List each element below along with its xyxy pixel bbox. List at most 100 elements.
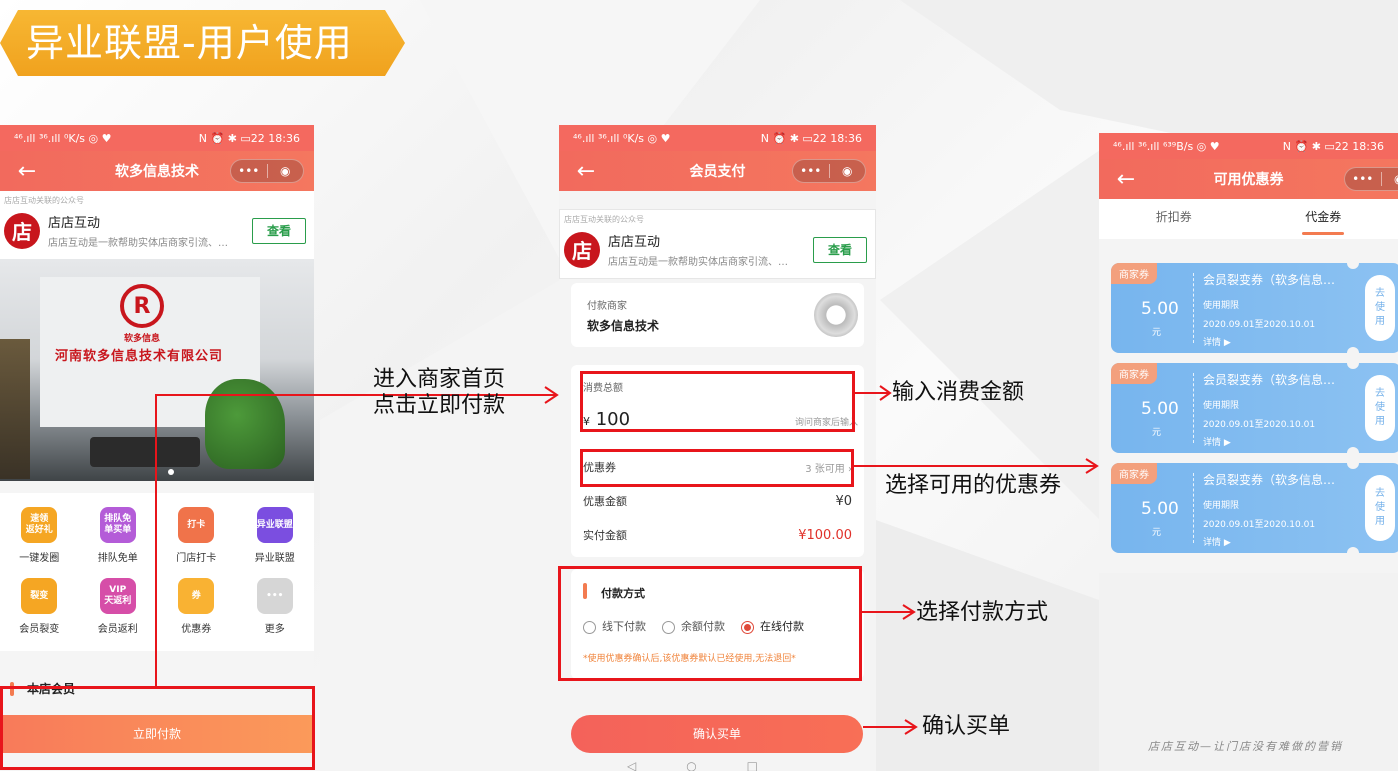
android-nav-bar: ◁○□ (626, 759, 809, 771)
use-coupon-button[interactable]: 去 使 用 (1365, 475, 1395, 541)
status-bar: ⁴⁶.ıll ³⁶.ıll ⁰K/s ◎ ♥ N ⏰ ✱ ▭22 18:36 (0, 125, 314, 151)
feature-label: 更多 (264, 624, 285, 635)
back-arrow-icon[interactable]: ← (559, 159, 613, 184)
coupon-icon: 券 (178, 578, 215, 614)
highlight-payment-method (558, 566, 862, 681)
status-right: N ⏰ ✱ ▭22 18:36 (760, 131, 862, 145)
merchant-name: 软多信息技术 (587, 319, 660, 333)
coupon-period-label: 使用期限 (1203, 401, 1240, 411)
use-coupon-button[interactable]: 去 使 用 (1365, 275, 1395, 341)
coupon-detail-link[interactable]: 详情 ▶ (1203, 435, 1231, 448)
annotation-input-amount: 输入消费金额 (892, 380, 1025, 405)
official-account-tip: 店店互动关联的公众号 (560, 210, 875, 227)
nav-bar: ← 可用优惠券 ••• ◉ (1099, 159, 1398, 199)
close-circle-icon[interactable]: ◉ (268, 164, 304, 178)
coupon-unit: 元 (1152, 528, 1162, 538)
more-dots-icon[interactable]: ••• (231, 164, 267, 178)
official-account-card: 店 店店互动 店店互动是一款帮助实体店商家引流、… 查看 (560, 227, 875, 278)
coupon-tabs: 折扣券 代金券 (1099, 199, 1398, 239)
coupon-amount: 5.00 (1141, 499, 1179, 519)
rd-logo-icon: R (120, 284, 164, 328)
tab-voucher[interactable]: 代金券 (1249, 199, 1398, 239)
coupon-detail-link[interactable]: 详情 ▶ (1203, 335, 1231, 348)
feature-grid: 速领 返好礼 一键发圈 排队免 单买单 排队免单 打卡 门店打卡 异业联盟 异业联盟 裂变 会员裂… (0, 493, 314, 651)
feature-label: 异业联盟 (254, 553, 295, 564)
mini-program-capsule: ••• ◉ (230, 159, 304, 183)
status-bar: ⁴⁶.ıll ³⁶.ıll ⁰K/s ◎ ♥ N ⏰ ✱ ▭22 18:36 (559, 125, 876, 151)
coupon-notch (1347, 257, 1359, 269)
annotation-confirm: 确认买单 (922, 714, 1011, 739)
coupon-card[interactable]: 商家券 5.00 元 会员裂变券（软多信息… 使用期限 2020.09.01至2020.1… (1111, 257, 1398, 359)
coupon-period: 2020.09.01至2020.10.01 (1203, 520, 1316, 530)
coupon-divider (1193, 273, 1194, 343)
confirm-order-button[interactable]: 确认买单 (571, 715, 863, 753)
view-button[interactable]: 查看 (252, 217, 306, 244)
coupon-notch (1347, 457, 1359, 469)
feature-item[interactable]: 速领 返好礼 一键发圈 (0, 503, 79, 564)
close-circle-icon[interactable]: ◉ (1382, 172, 1398, 186)
feature-item[interactable]: 打卡 门店打卡 (157, 503, 236, 564)
coupon-title: 会员裂变券（软多信息… (1203, 473, 1336, 487)
annotation-choose-method: 选择付款方式 (916, 600, 1049, 625)
footer-signature: 店店互动—让门店没有难做的营销 (1148, 740, 1343, 753)
highlight-pay-now (0, 686, 315, 770)
more-dots-icon[interactable]: ••• (793, 164, 829, 178)
coupon-divider (1193, 473, 1194, 543)
carousel-dot (168, 469, 174, 475)
phone-merchant-home: ⁴⁶.ıll ³⁶.ıll ⁰K/s ◎ ♥ N ⏰ ✱ ▭22 18:36 ←… (0, 125, 314, 771)
actual-row: 实付金额 ¥100.00 (583, 527, 852, 543)
coupon-notch (1347, 357, 1359, 369)
actual-label: 实付金额 (583, 529, 627, 542)
coupon-tag: 商家券 (1111, 463, 1157, 484)
back-arrow-icon[interactable]: ← (1099, 167, 1153, 192)
discount-value: ¥0 (835, 493, 852, 509)
annotation-line1: 进入商家首页 (373, 367, 506, 392)
close-circle-icon[interactable]: ◉ (830, 164, 866, 178)
mini-program-capsule: ••• ◉ (792, 159, 866, 183)
coupon-unit: 元 (1152, 328, 1162, 338)
more-icon: ••• (256, 578, 293, 614)
merchant-label: 付款商家 (587, 301, 627, 312)
nav-bar: ← 软多信息技术 ••• ◉ (0, 151, 314, 191)
actual-value: ¥100.00 (798, 527, 852, 543)
tab-discount[interactable]: 折扣券 (1099, 199, 1249, 239)
feature-item[interactable]: 异业联盟 异业联盟 (236, 503, 315, 564)
coupon-card[interactable]: 商家券 5.00 元 会员裂变券（软多信息… 使用期限 2020.09.01至2020.1… (1111, 457, 1398, 559)
more-dots-icon[interactable]: ••• (1345, 172, 1381, 186)
feature-label: 会员返利 (97, 624, 138, 635)
feature-item[interactable]: ••• 更多 (236, 574, 315, 635)
coupon-period-label: 使用期限 (1203, 301, 1240, 311)
coupon-period: 2020.09.01至2020.10.01 (1203, 420, 1316, 430)
discount-row: 优惠金额 ¥0 (583, 493, 852, 509)
coupon-notch (1347, 547, 1359, 559)
checkin-icon: 打卡 (178, 507, 215, 543)
official-account-name: 店店互动 (48, 216, 101, 231)
status-left: ⁴⁶.ıll ³⁶.ıll ⁰K/s ◎ ♥ (573, 131, 671, 145)
mini-program-capsule: ••• ◉ (1344, 167, 1398, 191)
feature-item[interactable]: 券优惠券 (157, 574, 236, 635)
status-bar: ⁴⁶.ıll ³⁶.ıll ⁶³⁹B/s ◎ ♥ N ⏰ ✱ ▭22 18:36 (1099, 133, 1398, 159)
annotation-line2: 点击立即付款 (373, 393, 506, 418)
feature-label: 优惠券 (181, 624, 212, 635)
coupon-unit: 元 (1152, 428, 1162, 438)
annotation-choose-coupon: 选择可用的优惠券 (885, 473, 1062, 498)
discount-label: 优惠金额 (583, 495, 627, 508)
feature-label: 门店打卡 (176, 553, 217, 564)
feature-item[interactable]: VIP 天返利 会员返利 (79, 574, 158, 635)
coupon-card[interactable]: 商家券 5.00 元 会员裂变券（软多信息… 使用期限 2020.09.01至2020.1… (1111, 357, 1398, 459)
coupon-amount: 5.00 (1141, 399, 1179, 419)
coupon-detail-link[interactable]: 详情 ▶ (1203, 535, 1231, 548)
feature-item[interactable]: 裂变 会员裂变 (0, 574, 79, 635)
store-photo: R 软多信息 河南软多信息技术有限公司 (0, 259, 314, 481)
merchant-avatar (814, 293, 858, 337)
coupon-amount: 5.00 (1141, 299, 1179, 319)
gift-icon: 速领 返好礼 (21, 507, 58, 543)
coupon-period-label: 使用期限 (1203, 501, 1240, 511)
official-account-name: 店店互动 (608, 235, 661, 250)
use-coupon-button[interactable]: 去 使 用 (1365, 375, 1395, 441)
feature-item[interactable]: 排队免 单买单 排队免单 (79, 503, 158, 564)
view-button[interactable]: 查看 (813, 236, 867, 263)
nav-bar: ← 会员支付 ••• ◉ (559, 151, 876, 191)
back-arrow-icon[interactable]: ← (0, 159, 54, 184)
coupon-tag: 商家券 (1111, 363, 1157, 384)
